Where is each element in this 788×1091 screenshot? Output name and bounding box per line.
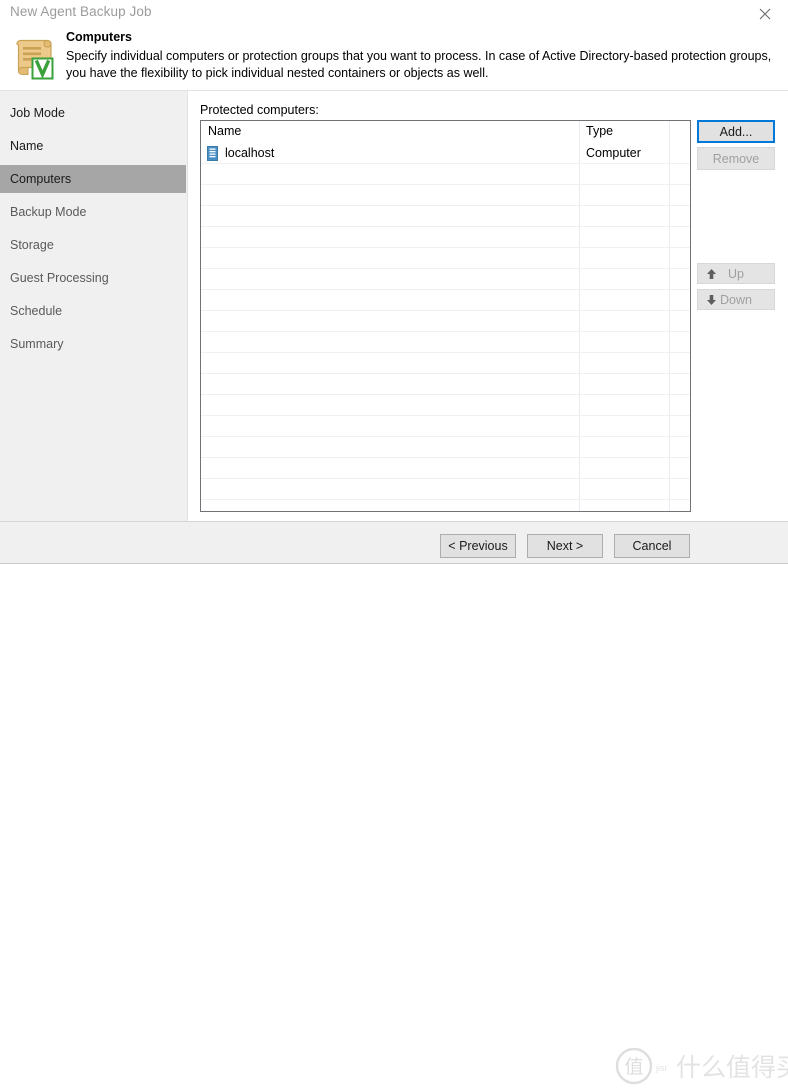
sidebar-item-backup-mode[interactable]: Backup Mode: [0, 198, 186, 226]
protected-computers-label: Protected computers:: [200, 103, 319, 117]
sidebar-item-label: Summary: [10, 337, 64, 351]
next-button[interactable]: Next >: [527, 534, 603, 558]
remove-button-label: Remove: [712, 151, 760, 166]
new-agent-backup-job-dialog: New Agent Backup Job Computers Specify i…: [0, 0, 788, 1085]
table-row-empty[interactable]: [201, 332, 690, 353]
sidebar-item-summary[interactable]: Summary: [0, 330, 186, 358]
sidebar-item-label: Backup Mode: [10, 205, 87, 219]
table-row-empty[interactable]: [201, 479, 690, 500]
sidebar-item-name[interactable]: Name: [0, 132, 186, 160]
table-row-empty[interactable]: [201, 374, 690, 395]
sidebar-item-label: Name: [10, 139, 44, 153]
add-button[interactable]: Add...: [697, 120, 775, 143]
table-row-empty[interactable]: [201, 164, 690, 185]
move-up-button-label: Up: [728, 266, 744, 281]
table-row-empty[interactable]: [201, 185, 690, 206]
cell-name: localhost: [225, 146, 275, 160]
arrow-down-icon: [706, 294, 717, 306]
server-icon: [206, 146, 219, 161]
sidebar-item-guest-processing[interactable]: Guest Processing: [0, 264, 186, 292]
dialog-header: Computers Specify individual computers o…: [0, 28, 788, 90]
close-button[interactable]: [742, 0, 788, 28]
arrow-up-icon: [706, 268, 717, 280]
add-button-label: Add...: [719, 124, 753, 139]
sidebar-item-computers[interactable]: Computers: [0, 165, 186, 193]
move-up-button[interactable]: Up: [697, 263, 775, 284]
table-row-empty[interactable]: [201, 395, 690, 416]
table-row-empty[interactable]: [201, 500, 690, 511]
next-button-label: Next >: [546, 539, 584, 553]
table-row-empty[interactable]: [201, 227, 690, 248]
table-row-empty[interactable]: [201, 269, 690, 290]
sidebar-item-schedule[interactable]: Schedule: [0, 297, 186, 325]
sidebar-item-label: Schedule: [10, 304, 63, 318]
remove-button[interactable]: Remove: [697, 147, 775, 170]
svg-text:jisr: jisr: [655, 1063, 668, 1073]
column-header-name[interactable]: Name: [208, 124, 241, 138]
table-header-row: Name Type: [201, 121, 690, 143]
sidebar-item-label: Guest Processing: [10, 271, 109, 285]
table-row-empty[interactable]: [201, 353, 690, 374]
table-row-empty[interactable]: [201, 290, 690, 311]
previous-button[interactable]: < Previous: [440, 534, 516, 558]
sidebar-item-label: Computers: [10, 172, 72, 186]
cancel-button-label: Cancel: [632, 539, 672, 553]
sidebar-item-label: Job Mode: [10, 106, 65, 120]
table-row[interactable]: localhost Computer: [201, 143, 690, 164]
page-description: Specify individual computers or protecti…: [66, 49, 772, 80]
cancel-button[interactable]: Cancel: [614, 534, 690, 558]
main-content: Protected computers: Name Type localhost Co…: [188, 91, 788, 521]
dialog-footer: < Previous Next > Cancel 值 jisr 什么值得买: [0, 522, 788, 1085]
sidebar-item-storage[interactable]: Storage: [0, 231, 186, 259]
window-title: New Agent Backup Job: [10, 4, 152, 19]
table-row-empty[interactable]: [201, 206, 690, 227]
table-row-empty[interactable]: [201, 416, 690, 437]
title-bar: New Agent Backup Job: [0, 0, 788, 28]
protected-computers-table[interactable]: Name Type localhost Computer: [200, 120, 691, 512]
column-header-type[interactable]: Type: [586, 124, 613, 138]
cell-type: Computer: [586, 146, 641, 160]
previous-button-label: < Previous: [448, 539, 508, 553]
watermark-overlay: 值 jisr 什么值得买: [612, 1047, 788, 1088]
close-icon: [759, 8, 771, 20]
table-row-empty[interactable]: [201, 458, 690, 479]
page-title: Computers: [66, 30, 132, 44]
scroll-veeam-icon: [10, 34, 58, 82]
move-down-button[interactable]: Down: [697, 289, 775, 310]
svg-text:什么值得买: 什么值得买: [676, 1053, 788, 1082]
sidebar-item-job-mode[interactable]: Job Mode: [0, 99, 186, 127]
svg-text:值: 值: [624, 1056, 643, 1078]
sidebar-item-label: Storage: [10, 238, 54, 252]
table-row-empty[interactable]: [201, 437, 690, 458]
wizard-step-list: Job Mode Name Computers Backup Mode Storage G…: [0, 91, 187, 521]
table-row-empty[interactable]: [201, 311, 690, 332]
move-down-button-label: Down: [720, 292, 752, 307]
table-row-empty[interactable]: [201, 248, 690, 269]
